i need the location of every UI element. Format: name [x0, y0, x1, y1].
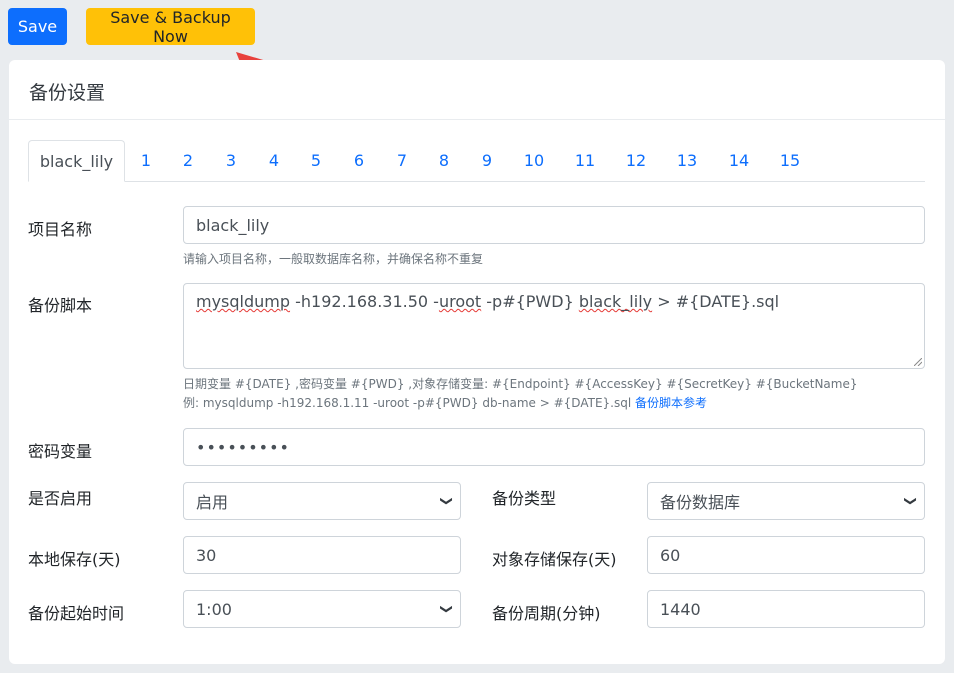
backup-type-value: 备份数据库: [660, 493, 741, 512]
enabled-label: 是否启用: [28, 489, 93, 508]
tab-4[interactable]: 4: [266, 140, 282, 182]
start-time-label: 备份起始时间: [28, 604, 125, 623]
object-keep-input[interactable]: 60: [647, 536, 925, 574]
start-time-select[interactable]: 1:00 ❯: [183, 590, 461, 628]
tab-1[interactable]: 1: [138, 140, 154, 182]
password-label: 密码变量: [28, 442, 93, 461]
project-name-input[interactable]: black_lily: [183, 206, 925, 244]
script-reference-link[interactable]: 备份脚本参考: [635, 396, 707, 410]
tab-7[interactable]: 7: [394, 140, 410, 182]
tab-black-lily[interactable]: black_lily: [28, 140, 125, 182]
save-and-backup-button[interactable]: Save & Backup Now: [86, 8, 255, 46]
chevron-down-icon: ❯: [439, 603, 454, 615]
script-word: black_lily: [578, 292, 653, 311]
script-example-text: 例: mysqldump -h192.168.1.11 -uroot -p#{P…: [183, 396, 632, 410]
project-name-help: 请输入项目名称，一般取数据库名称，并确保名称不重复: [183, 252, 484, 266]
backup-script-label: 备份脚本: [28, 296, 93, 315]
tab-13[interactable]: 13: [675, 140, 699, 182]
chevron-down-icon: ❯: [903, 495, 918, 507]
script-text: -h192.168.31.50 -: [290, 292, 439, 311]
chevron-down-icon: ❯: [439, 495, 454, 507]
period-input[interactable]: 1440: [647, 590, 925, 628]
tab-11[interactable]: 11: [573, 140, 597, 182]
project-tabs: black_lily 1 2 3 4 5 6 7 8 9 10 11 12 13…: [28, 140, 925, 182]
tab-3[interactable]: 3: [223, 140, 239, 182]
period-label: 备份周期(分钟): [492, 604, 601, 623]
password-input[interactable]: •••••••••: [183, 428, 925, 466]
tab-10[interactable]: 10: [522, 140, 546, 182]
tab-2[interactable]: 2: [180, 140, 196, 182]
resize-handle-icon[interactable]: [914, 358, 922, 366]
tab-5[interactable]: 5: [308, 140, 324, 182]
backup-type-select[interactable]: 备份数据库 ❯: [647, 482, 925, 520]
local-keep-input[interactable]: 30: [183, 536, 461, 574]
tab-9[interactable]: 9: [479, 140, 495, 182]
backup-type-label: 备份类型: [492, 489, 557, 508]
enabled-value: 启用: [196, 493, 229, 512]
tab-6[interactable]: 6: [351, 140, 367, 182]
local-keep-label: 本地保存(天): [28, 550, 121, 569]
start-time-value: 1:00: [196, 599, 232, 619]
tab-14[interactable]: 14: [727, 140, 751, 182]
script-help-example: 例: mysqldump -h192.168.1.11 -uroot -p#{P…: [183, 394, 707, 411]
tab-15[interactable]: 15: [778, 140, 802, 182]
enabled-select[interactable]: 启用 ❯: [183, 482, 461, 520]
card-title: 备份设置: [9, 60, 945, 120]
script-text: > #{DATE}.sql: [652, 292, 780, 311]
script-text: -p#{PWD}: [481, 292, 579, 311]
project-name-label: 项目名称: [28, 220, 93, 239]
object-keep-label: 对象存储保存(天): [492, 550, 617, 569]
backup-script-textarea[interactable]: mysqldump -h192.168.31.50 -uroot -p#{PWD…: [183, 283, 925, 369]
backup-settings-card: 备份设置 black_lily 1 2 3 4 5 6 7 8 9 10 11 …: [9, 60, 945, 664]
tab-12[interactable]: 12: [624, 140, 648, 182]
tab-8[interactable]: 8: [436, 140, 452, 182]
script-word: mysqldump: [196, 292, 291, 311]
save-button[interactable]: Save: [8, 8, 67, 45]
script-word: uroot: [438, 292, 482, 311]
script-help-variables: 日期变量 #{DATE} ,密码变量 #{PWD} ,对象存储变量: #{End…: [183, 377, 858, 391]
